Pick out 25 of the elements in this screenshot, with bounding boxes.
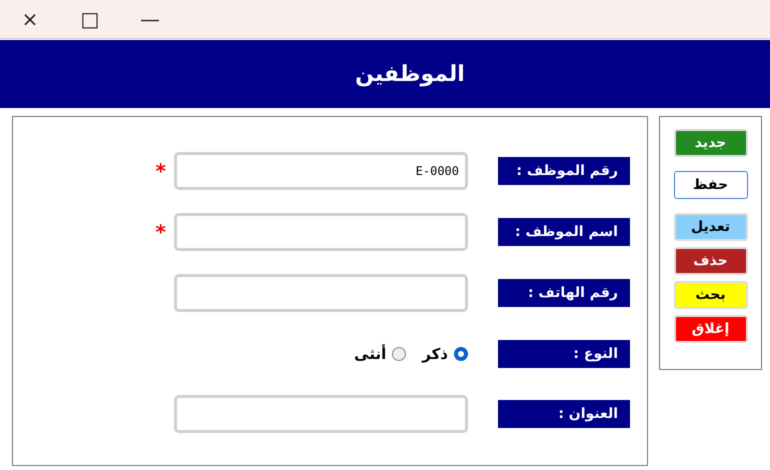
radio-button[interactable]	[392, 347, 406, 361]
field-label: رقم الهاتف :	[498, 279, 630, 307]
radio-button[interactable]	[454, 347, 468, 361]
action-button[interactable]: حذف	[674, 247, 748, 275]
form-title: الموظفين	[355, 62, 465, 86]
window-control[interactable]: —	[120, 7, 180, 31]
action-button[interactable]: بحث	[674, 281, 748, 309]
input-field[interactable]	[174, 213, 468, 251]
radio-label[interactable]: ذكر	[422, 345, 448, 363]
field-label: العنوان :	[498, 400, 630, 428]
input-field[interactable]: E-0000	[174, 152, 468, 190]
window-control[interactable]: □	[60, 7, 120, 31]
action-button[interactable]: جديد	[674, 129, 748, 157]
window-control[interactable]: ×	[0, 7, 60, 31]
required-mark: *	[156, 220, 166, 244]
action-button[interactable]: حفظ	[674, 171, 748, 199]
radio-label[interactable]: أنثى	[354, 345, 386, 363]
action-button[interactable]: تعديل	[674, 213, 748, 241]
input-field[interactable]	[174, 274, 468, 312]
field-label: رقم الموظف :	[498, 157, 630, 185]
required-mark: *	[156, 159, 166, 183]
field-label: اسم الموظف :	[498, 218, 630, 246]
action-button[interactable]: إغلاق	[674, 315, 748, 343]
input-field[interactable]	[174, 395, 468, 433]
field-label: النوع :	[498, 340, 630, 368]
